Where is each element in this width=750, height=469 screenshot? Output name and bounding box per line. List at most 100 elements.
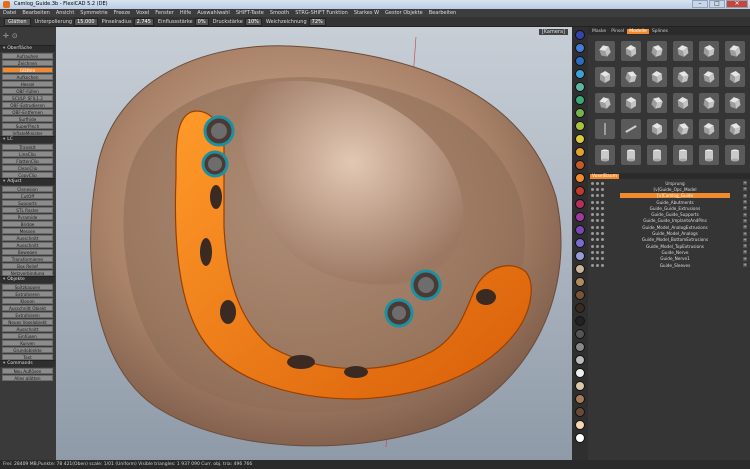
druckstaerke-value[interactable]: 10% [244, 17, 262, 26]
color-swatch[interactable] [575, 329, 585, 339]
eye-icon[interactable] [601, 194, 604, 198]
color-swatch[interactable] [575, 342, 585, 352]
color-swatch[interactable] [575, 368, 585, 378]
maximize-button[interactable]: □ [709, 0, 725, 8]
tool-button[interactable]: Ausschnitt [2, 242, 53, 248]
lock-icon[interactable] [596, 244, 599, 248]
tool-button[interactable]: Box Relief [2, 263, 53, 269]
tool-button[interactable]: Bewegen [2, 249, 53, 255]
lock-icon[interactable] [596, 187, 599, 191]
tool-button[interactable]: CleanClip [2, 165, 53, 171]
color-swatch[interactable] [575, 381, 585, 391]
tool-button[interactable]: Extrahieren [2, 291, 53, 297]
tool-button[interactable]: Ausschnitt [2, 326, 53, 332]
tool-button[interactable]: OBF-Füllen [2, 88, 53, 94]
brush-shape-thumbnail[interactable] [595, 41, 615, 61]
lock-icon[interactable] [596, 194, 599, 198]
expand-icon[interactable]: + [743, 244, 747, 249]
eye-icon[interactable] [601, 187, 604, 191]
section-header[interactable]: ▾ Objekte [0, 276, 55, 283]
color-swatch[interactable] [575, 394, 585, 404]
section-header[interactable]: ▾ Adjust [0, 178, 55, 185]
color-swatch[interactable] [575, 290, 585, 300]
tool-button[interactable]: Glätten [2, 67, 53, 73]
color-swatch[interactable] [575, 277, 585, 287]
tool-button[interactable]: Spitzkappen [2, 284, 53, 290]
eye-icon[interactable] [601, 206, 604, 210]
tool-button[interactable]: STL Raster [2, 207, 53, 213]
eye-icon[interactable] [601, 219, 604, 223]
target-icon[interactable]: ⊙ [12, 32, 18, 40]
eye-icon[interactable] [601, 238, 604, 242]
color-swatch[interactable] [575, 95, 585, 105]
brush-shape-thumbnail[interactable] [673, 41, 693, 61]
brush-shape-thumbnail[interactable] [621, 41, 641, 61]
eye-icon[interactable] [601, 232, 604, 236]
tool-button[interactable]: Ausschnitt [2, 235, 53, 241]
pinselradius-value[interactable]: 2.745 [133, 17, 154, 26]
unterpolierung-value[interactable]: 15.000 [74, 17, 98, 26]
color-swatch[interactable] [575, 43, 585, 53]
brush-shape-thumbnail[interactable] [725, 93, 745, 113]
color-swatch[interactable] [575, 355, 585, 365]
color-swatch[interactable] [575, 225, 585, 235]
brush-shape-thumbnail[interactable] [699, 41, 719, 61]
tool-button[interactable]: Clenesion [2, 186, 53, 192]
brush-shape-thumbnail[interactable] [647, 119, 667, 139]
close-button[interactable]: ✕ [726, 0, 748, 8]
lock-icon[interactable] [596, 219, 599, 223]
brush-shape-thumbnail[interactable] [673, 93, 693, 113]
tool-button[interactable]: Alles glätten [2, 375, 53, 381]
tool-button[interactable]: Einfügen [2, 333, 53, 339]
weichzeichnung-value[interactable]: 72% [308, 17, 326, 26]
expand-icon[interactable]: + [743, 231, 747, 236]
lock-icon[interactable] [596, 181, 599, 185]
tool-button[interactable]: Aufkochen [2, 74, 53, 80]
tool-button[interactable]: CutOff [2, 193, 53, 199]
tab-modelle[interactable]: Modelle [627, 28, 649, 34]
menu-item[interactable]: Ansicht [56, 10, 74, 16]
menu-item[interactable]: Datei [3, 10, 16, 16]
tool-button[interactable]: Bridge [2, 221, 53, 227]
visibility-icon[interactable] [591, 187, 594, 191]
brush-shape-thumbnail[interactable] [725, 67, 745, 87]
color-swatch[interactable] [575, 433, 585, 443]
brush-shape-thumbnail[interactable] [595, 93, 615, 113]
color-swatch[interactable] [575, 186, 585, 196]
brush-shape-thumbnail[interactable] [673, 145, 693, 165]
tool-button[interactable]: Kurven [2, 340, 53, 346]
section-header[interactable]: ▾ Oberfläche [0, 45, 55, 52]
visibility-icon[interactable] [591, 232, 594, 236]
lock-icon[interactable] [596, 225, 599, 229]
brush-shape-thumbnail[interactable] [725, 119, 745, 139]
brush-shape-thumbnail[interactable] [621, 119, 641, 139]
lock-icon[interactable] [596, 213, 599, 217]
tool-button[interactable]: Grundobjekte [2, 347, 53, 353]
brush-shape-thumbnail[interactable] [673, 67, 693, 87]
lock-icon[interactable] [596, 250, 599, 254]
menu-item[interactable]: STRG-SHIFT Funktion [295, 10, 348, 16]
visibility-icon[interactable] [591, 244, 594, 248]
tool-button[interactable]: Klonen [2, 298, 53, 304]
menu-item[interactable]: Bearbeiten [22, 10, 49, 16]
expand-icon[interactable]: + [743, 225, 747, 230]
expand-icon[interactable]: + [743, 250, 747, 255]
tool-button[interactable]: Pyramide [2, 214, 53, 220]
color-swatch[interactable] [575, 251, 585, 261]
expand-icon[interactable]: + [743, 200, 747, 205]
brush-shape-thumbnail[interactable] [595, 119, 615, 139]
pin-icon[interactable]: ✛ [3, 32, 9, 40]
tool-button[interactable]: SCULP_SFIL1.2 [2, 95, 53, 101]
tool-button[interactable]: Ausschnitt Objekt [2, 305, 53, 311]
brush-shape-thumbnail[interactable] [673, 119, 693, 139]
eye-icon[interactable] [601, 225, 604, 229]
eye-icon[interactable] [601, 250, 604, 254]
expand-icon[interactable]: + [743, 256, 747, 261]
color-swatch[interactable] [575, 160, 585, 170]
expand-icon[interactable]: + [743, 263, 747, 267]
lock-icon[interactable] [596, 238, 599, 242]
color-swatch[interactable] [575, 173, 585, 183]
brush-shape-thumbnail[interactable] [699, 119, 719, 139]
tool-button[interactable]: Transkit [2, 144, 53, 150]
tool-button[interactable]: Neues Voxelobjekt [2, 319, 53, 325]
